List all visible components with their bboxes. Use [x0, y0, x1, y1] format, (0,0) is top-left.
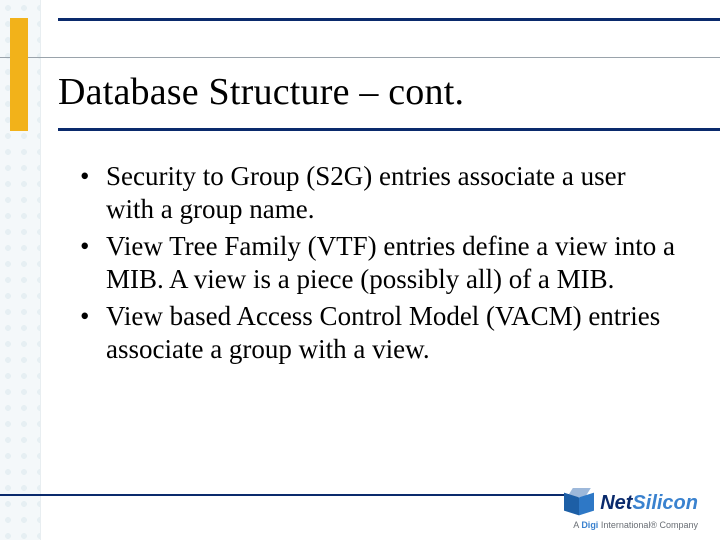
top-rule — [58, 18, 720, 21]
title-underline — [58, 128, 720, 131]
list-item: View based Access Control Model (VACM) e… — [80, 300, 680, 366]
list-item: Security to Group (S2G) entries associat… — [80, 160, 680, 226]
brand-tagline: A Digi International® Company — [564, 520, 698, 530]
footer-rule — [0, 494, 570, 496]
cube-icon — [564, 488, 594, 518]
brand-word-a: Net — [600, 492, 632, 514]
bullet-list: Security to Group (S2G) entries associat… — [80, 160, 680, 370]
list-item: View Tree Family (VTF) entries define a … — [80, 230, 680, 296]
brand-wordmark: NetSilicon — [600, 493, 698, 513]
brand-logo: NetSilicon A Digi International® Company — [564, 488, 698, 530]
gold-accent — [10, 18, 28, 131]
thin-separator — [0, 57, 720, 58]
slide-title: Database Structure – cont. — [58, 70, 464, 114]
brand-word-b: Silicon — [632, 492, 698, 514]
